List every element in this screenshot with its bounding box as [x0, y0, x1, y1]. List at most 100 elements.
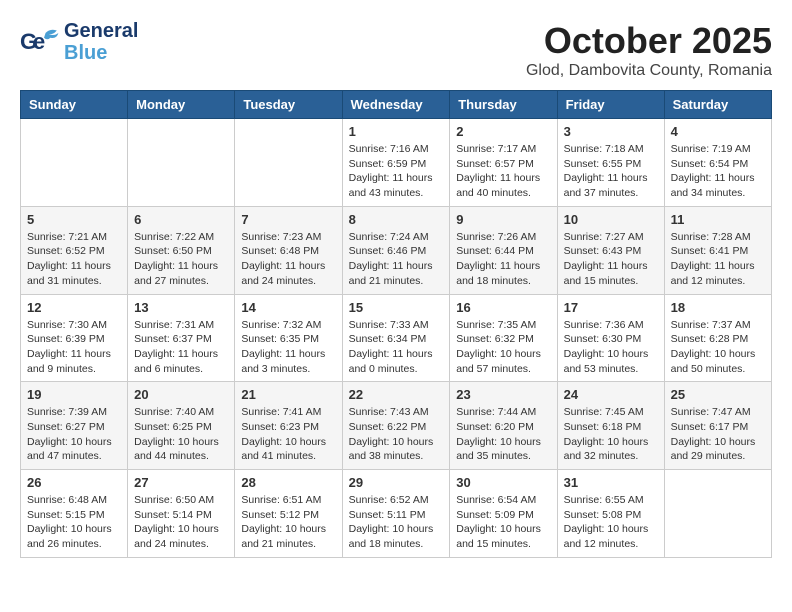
sunset-text: Sunset: 6:44 PM	[456, 245, 534, 257]
day-number: 27	[134, 475, 228, 490]
calendar-header-row: Sunday Monday Tuesday Wednesday Thursday…	[21, 91, 772, 119]
day-info: Sunrise: 6:54 AM Sunset: 5:09 PM Dayligh…	[456, 493, 550, 552]
calendar-cell: 4 Sunrise: 7:19 AM Sunset: 6:54 PM Dayli…	[664, 119, 771, 207]
day-number: 16	[456, 300, 550, 315]
day-number: 14	[241, 300, 335, 315]
daylight-text: Daylight: 11 hours and 12 minutes.	[671, 260, 755, 287]
daylight-text: Daylight: 11 hours and 0 minutes.	[349, 348, 433, 375]
col-saturday: Saturday	[664, 91, 771, 119]
day-info: Sunrise: 7:47 AM Sunset: 6:17 PM Dayligh…	[671, 405, 765, 464]
calendar-cell: 24 Sunrise: 7:45 AM Sunset: 6:18 PM Dayl…	[557, 382, 664, 470]
calendar-week-row: 5 Sunrise: 7:21 AM Sunset: 6:52 PM Dayli…	[21, 206, 772, 294]
col-sunday: Sunday	[21, 91, 128, 119]
day-number: 7	[241, 212, 335, 227]
sunset-text: Sunset: 6:54 PM	[671, 158, 749, 170]
daylight-text: Daylight: 10 hours and 41 minutes.	[241, 436, 326, 463]
calendar-week-row: 12 Sunrise: 7:30 AM Sunset: 6:39 PM Dayl…	[21, 294, 772, 382]
day-info: Sunrise: 7:28 AM Sunset: 6:41 PM Dayligh…	[671, 230, 765, 289]
calendar-cell: 25 Sunrise: 7:47 AM Sunset: 6:17 PM Dayl…	[664, 382, 771, 470]
calendar-cell: 9 Sunrise: 7:26 AM Sunset: 6:44 PM Dayli…	[450, 206, 557, 294]
page-header: G e General Blue October 2025 Glod, Damb…	[20, 20, 772, 80]
sunset-text: Sunset: 6:30 PM	[564, 333, 642, 345]
day-info: Sunrise: 7:32 AM Sunset: 6:35 PM Dayligh…	[241, 318, 335, 377]
daylight-text: Daylight: 11 hours and 40 minutes.	[456, 172, 540, 199]
sunrise-text: Sunrise: 7:37 AM	[671, 319, 751, 331]
day-number: 8	[349, 212, 444, 227]
day-number: 11	[671, 212, 765, 227]
day-info: Sunrise: 7:16 AM Sunset: 6:59 PM Dayligh…	[349, 142, 444, 201]
col-tuesday: Tuesday	[235, 91, 342, 119]
col-monday: Monday	[128, 91, 235, 119]
day-info: Sunrise: 6:51 AM Sunset: 5:12 PM Dayligh…	[241, 493, 335, 552]
location-subtitle: Glod, Dambovita County, Romania	[526, 62, 772, 80]
calendar-cell	[235, 119, 342, 207]
calendar-cell: 13 Sunrise: 7:31 AM Sunset: 6:37 PM Dayl…	[128, 294, 235, 382]
sunrise-text: Sunrise: 7:40 AM	[134, 406, 214, 418]
day-info: Sunrise: 7:44 AM Sunset: 6:20 PM Dayligh…	[456, 405, 550, 464]
calendar-cell	[21, 119, 128, 207]
sunset-text: Sunset: 6:23 PM	[241, 421, 319, 433]
sunrise-text: Sunrise: 7:22 AM	[134, 231, 214, 243]
day-number: 29	[349, 475, 444, 490]
sunrise-text: Sunrise: 7:47 AM	[671, 406, 751, 418]
sunset-text: Sunset: 6:55 PM	[564, 158, 642, 170]
calendar-cell: 2 Sunrise: 7:17 AM Sunset: 6:57 PM Dayli…	[450, 119, 557, 207]
calendar-cell: 31 Sunrise: 6:55 AM Sunset: 5:08 PM Dayl…	[557, 470, 664, 558]
sunrise-text: Sunrise: 7:36 AM	[564, 319, 644, 331]
daylight-text: Daylight: 10 hours and 18 minutes.	[349, 523, 434, 550]
sunrise-text: Sunrise: 7:27 AM	[564, 231, 644, 243]
day-info: Sunrise: 6:50 AM Sunset: 5:14 PM Dayligh…	[134, 493, 228, 552]
sunrise-text: Sunrise: 7:19 AM	[671, 143, 751, 155]
day-number: 24	[564, 387, 658, 402]
day-info: Sunrise: 7:40 AM Sunset: 6:25 PM Dayligh…	[134, 405, 228, 464]
sunrise-text: Sunrise: 7:45 AM	[564, 406, 644, 418]
day-number: 13	[134, 300, 228, 315]
calendar-cell: 30 Sunrise: 6:54 AM Sunset: 5:09 PM Dayl…	[450, 470, 557, 558]
sunset-text: Sunset: 5:14 PM	[134, 509, 212, 521]
sunrise-text: Sunrise: 7:24 AM	[349, 231, 429, 243]
calendar-cell: 14 Sunrise: 7:32 AM Sunset: 6:35 PM Dayl…	[235, 294, 342, 382]
calendar-cell: 18 Sunrise: 7:37 AM Sunset: 6:28 PM Dayl…	[664, 294, 771, 382]
day-number: 15	[349, 300, 444, 315]
sunset-text: Sunset: 6:50 PM	[134, 245, 212, 257]
sunset-text: Sunset: 6:32 PM	[456, 333, 534, 345]
sunset-text: Sunset: 6:57 PM	[456, 158, 534, 170]
day-number: 25	[671, 387, 765, 402]
day-number: 2	[456, 124, 550, 139]
daylight-text: Daylight: 10 hours and 35 minutes.	[456, 436, 541, 463]
calendar-cell: 21 Sunrise: 7:41 AM Sunset: 6:23 PM Dayl…	[235, 382, 342, 470]
daylight-text: Daylight: 11 hours and 3 minutes.	[241, 348, 325, 375]
sunrise-text: Sunrise: 6:55 AM	[564, 494, 644, 506]
daylight-text: Daylight: 10 hours and 50 minutes.	[671, 348, 756, 375]
day-info: Sunrise: 7:24 AM Sunset: 6:46 PM Dayligh…	[349, 230, 444, 289]
day-info: Sunrise: 7:21 AM Sunset: 6:52 PM Dayligh…	[27, 230, 121, 289]
day-number: 18	[671, 300, 765, 315]
sunset-text: Sunset: 6:37 PM	[134, 333, 212, 345]
daylight-text: Daylight: 11 hours and 27 minutes.	[134, 260, 218, 287]
calendar-cell: 12 Sunrise: 7:30 AM Sunset: 6:39 PM Dayl…	[21, 294, 128, 382]
day-number: 6	[134, 212, 228, 227]
day-info: Sunrise: 7:31 AM Sunset: 6:37 PM Dayligh…	[134, 318, 228, 377]
daylight-text: Daylight: 11 hours and 6 minutes.	[134, 348, 218, 375]
sunrise-text: Sunrise: 7:33 AM	[349, 319, 429, 331]
daylight-text: Daylight: 11 hours and 24 minutes.	[241, 260, 325, 287]
logo-text-general: General	[64, 20, 138, 42]
logo-text-blue: Blue	[64, 42, 107, 64]
day-number: 12	[27, 300, 121, 315]
calendar-cell: 19 Sunrise: 7:39 AM Sunset: 6:27 PM Dayl…	[21, 382, 128, 470]
day-number: 22	[349, 387, 444, 402]
calendar-cell: 23 Sunrise: 7:44 AM Sunset: 6:20 PM Dayl…	[450, 382, 557, 470]
sunset-text: Sunset: 5:11 PM	[349, 509, 426, 521]
daylight-text: Daylight: 11 hours and 37 minutes.	[564, 172, 648, 199]
daylight-text: Daylight: 11 hours and 31 minutes.	[27, 260, 111, 287]
day-info: Sunrise: 7:27 AM Sunset: 6:43 PM Dayligh…	[564, 230, 658, 289]
sunset-text: Sunset: 5:12 PM	[241, 509, 319, 521]
day-info: Sunrise: 6:52 AM Sunset: 5:11 PM Dayligh…	[349, 493, 444, 552]
col-friday: Friday	[557, 91, 664, 119]
day-number: 28	[241, 475, 335, 490]
day-info: Sunrise: 7:18 AM Sunset: 6:55 PM Dayligh…	[564, 142, 658, 201]
sunset-text: Sunset: 6:46 PM	[349, 245, 427, 257]
daylight-text: Daylight: 10 hours and 29 minutes.	[671, 436, 756, 463]
day-number: 19	[27, 387, 121, 402]
sunset-text: Sunset: 6:27 PM	[27, 421, 105, 433]
